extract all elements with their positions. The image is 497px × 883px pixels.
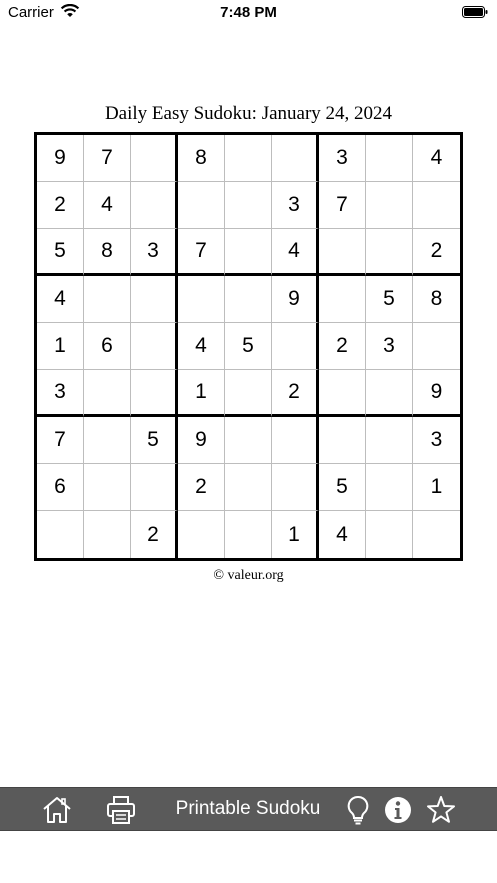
sudoku-cell-empty[interactable] [225,464,272,511]
sudoku-cell-empty[interactable] [366,464,413,511]
sudoku-cell-given: 5 [37,229,84,276]
sudoku-cell-given: 7 [178,229,225,276]
sudoku-cell-given: 5 [319,464,366,511]
sudoku-cell-given: 5 [366,276,413,323]
toolbar-title: Printable Sudoku [175,798,321,819]
sudoku-cell-empty[interactable] [319,417,366,464]
sudoku-cell-empty[interactable] [131,182,178,229]
sudoku-cell-empty[interactable] [272,417,319,464]
sudoku-cell-empty[interactable] [178,511,225,558]
sudoku-cell-given: 3 [131,229,178,276]
sudoku-cell-empty[interactable] [131,370,178,417]
sudoku-cell-empty[interactable] [84,370,131,417]
battery-icon [462,6,488,18]
star-icon[interactable] [425,794,457,826]
sudoku-cell-given: 8 [178,135,225,182]
sudoku-cell-empty[interactable] [225,417,272,464]
sudoku-cell-empty[interactable] [272,464,319,511]
sudoku-cell-empty[interactable] [131,464,178,511]
home-icon[interactable] [41,794,73,826]
sudoku-cell-given: 9 [413,370,460,417]
sudoku-cell-empty[interactable] [37,511,84,558]
sudoku-cell-empty[interactable] [272,135,319,182]
sudoku-cell-empty[interactable] [131,323,178,370]
sudoku-cell-empty[interactable] [366,417,413,464]
sudoku-cell-given: 9 [272,276,319,323]
sudoku-cell-empty[interactable] [272,323,319,370]
sudoku-cell-empty[interactable] [366,135,413,182]
sudoku-cell-given: 7 [37,417,84,464]
lightbulb-icon[interactable] [342,794,374,826]
sudoku-cell-empty[interactable] [225,135,272,182]
sudoku-cell-empty[interactable] [225,276,272,323]
sudoku-cell-given: 2 [413,229,460,276]
sudoku-cell-given: 9 [178,417,225,464]
sudoku-cell-given: 4 [178,323,225,370]
sudoku-cell-given: 4 [413,135,460,182]
sudoku-cell-empty[interactable] [131,276,178,323]
sudoku-cell-given: 1 [37,323,84,370]
sudoku-cell-given: 4 [319,511,366,558]
sudoku-cell-empty[interactable] [413,182,460,229]
sudoku-cell-empty[interactable] [319,276,366,323]
sudoku-cell-given: 5 [131,417,178,464]
sudoku-cell-given: 4 [84,182,131,229]
sudoku-cell-given: 1 [272,511,319,558]
sudoku-cell-given: 8 [84,229,131,276]
sudoku-cell-given: 4 [37,276,84,323]
clock: 7:48 PM [220,4,277,21]
sudoku-cell-given: 5 [225,323,272,370]
sudoku-cell-empty[interactable] [131,135,178,182]
sudoku-cell-empty[interactable] [84,276,131,323]
sudoku-cell-given: 2 [178,464,225,511]
sudoku-cell-given: 9 [37,135,84,182]
sudoku-cell-given: 2 [131,511,178,558]
sudoku-cell-empty[interactable] [319,370,366,417]
sudoku-cell-given: 2 [272,370,319,417]
sudoku-cell-given: 3 [37,370,84,417]
puzzle-title: Daily Easy Sudoku: January 24, 2024 [104,103,393,124]
sudoku-cell-empty[interactable] [178,276,225,323]
sudoku-cell-empty[interactable] [366,370,413,417]
sudoku-cell-given: 7 [319,182,366,229]
sudoku-cell-given: 1 [413,464,460,511]
sudoku-cell-empty[interactable] [366,229,413,276]
sudoku-cell-given: 8 [413,276,460,323]
sudoku-cell-empty[interactable] [413,323,460,370]
copyright-text: © valeur.org [213,568,284,583]
sudoku-cell-given: 2 [319,323,366,370]
sudoku-cell-given: 6 [37,464,84,511]
sudoku-cell-empty[interactable] [84,464,131,511]
sudoku-cell-given: 2 [37,182,84,229]
sudoku-cell-empty[interactable] [319,229,366,276]
sudoku-cell-empty[interactable] [225,182,272,229]
sudoku-cell-given: 3 [366,323,413,370]
sudoku-cell-empty[interactable] [178,182,225,229]
status-bar: Carrier 7:48 PM [0,0,497,26]
bottom-toolbar: Printable Sudoku [0,787,497,831]
sudoku-cell-given: 3 [319,135,366,182]
sudoku-cell-given: 3 [272,182,319,229]
sudoku-cell-empty[interactable] [413,511,460,558]
info-icon[interactable] [382,794,414,826]
sudoku-cell-empty[interactable] [225,511,272,558]
sudoku-cell-empty[interactable] [84,511,131,558]
sudoku-cell-given: 4 [272,229,319,276]
sudoku-cell-empty[interactable] [84,417,131,464]
sudoku-cell-empty[interactable] [366,182,413,229]
sudoku-cell-given: 3 [413,417,460,464]
sudoku-cell-empty[interactable] [225,370,272,417]
sudoku-cell-empty[interactable] [366,511,413,558]
sudoku-cell-given: 7 [84,135,131,182]
sudoku-cell-given: 6 [84,323,131,370]
sudoku-cell-empty[interactable] [225,229,272,276]
sudoku-cell-given: 1 [178,370,225,417]
printer-icon[interactable] [105,794,137,826]
sudoku-grid: 9783424375837424958164523312975936251214 [34,132,463,561]
